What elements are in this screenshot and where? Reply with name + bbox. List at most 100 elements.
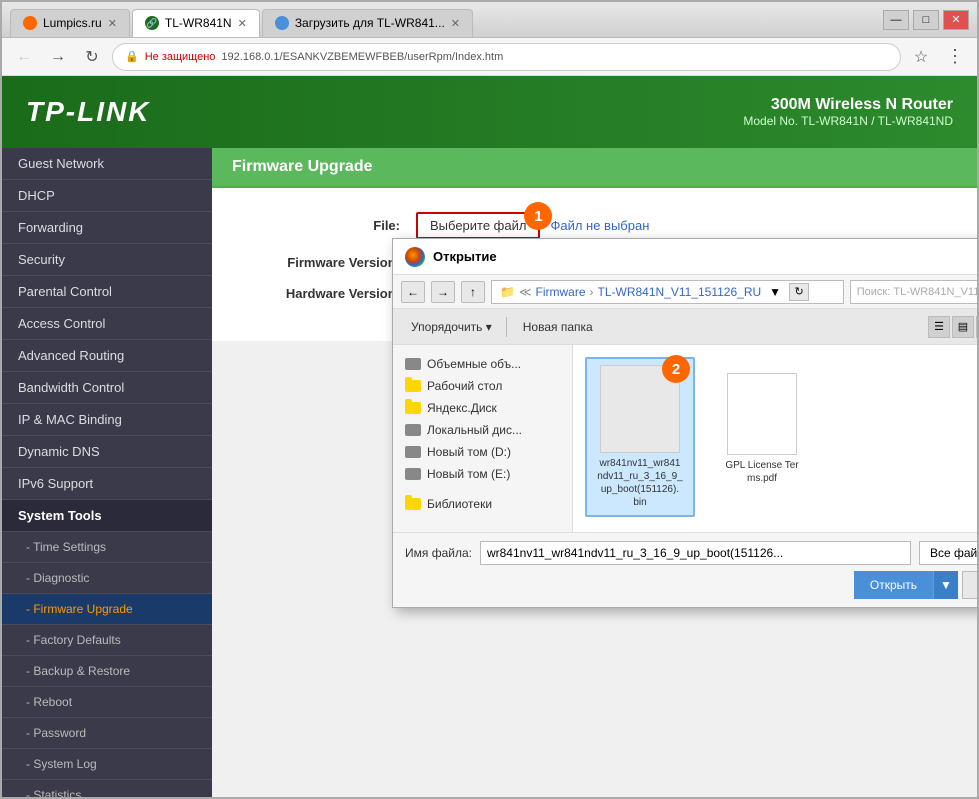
dialog-sidebar-desktop[interactable]: Рабочий стол <box>393 375 572 397</box>
dialog-sidebar-e-drive[interactable]: Новый том (E:) <box>393 463 572 485</box>
view-dropdown-button[interactable]: ▼ <box>976 316 977 338</box>
sidebar-item-ddns[interactable]: Dynamic DNS <box>2 436 212 468</box>
sidebar-item-dhcp[interactable]: DHCP <box>2 180 212 212</box>
breadcrumb-arrow: › <box>590 285 594 299</box>
maximize-button[interactable]: □ <box>913 10 939 30</box>
filename-input[interactable] <box>480 541 911 565</box>
file-value: Выберите файл 1 Файл не выбран <box>416 212 649 239</box>
tab-tplink[interactable]: 🔗 TL-WR841N ✕ <box>132 9 260 37</box>
sidebar-item-system-tools[interactable]: System Tools <box>2 500 212 532</box>
choose-file-button[interactable]: Выберите файл <box>416 212 540 239</box>
dialog-sidebar-libraries[interactable]: Библиотеки <box>393 493 572 515</box>
dialog-footer: Имя файла: Все файлы 3 <box>393 532 977 607</box>
sidebar-item-security[interactable]: Security <box>2 244 212 276</box>
lock-icon: 🔒 <box>125 50 139 63</box>
organize-button[interactable]: Упорядочить ▾ <box>405 318 498 336</box>
file-label: File: <box>236 218 416 233</box>
bookmark-button[interactable]: ☆ <box>907 43 935 71</box>
hdd-icon-volumes <box>405 358 421 370</box>
sidebar-item-reboot[interactable]: - Reboot <box>2 687 212 718</box>
sidebar-item-routing[interactable]: Advanced Routing <box>2 340 212 372</box>
window-controls: — □ ✕ <box>883 10 969 30</box>
dialog-forward-button[interactable]: → <box>431 281 455 303</box>
breadcrumb-refresh-button[interactable]: ↻ <box>789 283 809 301</box>
view-details-button[interactable]: ▤ <box>952 316 974 338</box>
file-item-bin[interactable]: 2 wr841nv11_wr841ndv11_ru_3_16_9_up_boot… <box>585 357 695 517</box>
open-button[interactable]: Открыть <box>854 571 933 599</box>
sidebar-item-syslog[interactable]: - System Log <box>2 749 212 780</box>
view-list-button[interactable]: ☰ <box>928 316 950 338</box>
badge-1: 1 <box>524 202 552 230</box>
dialog-toolbar: Упорядочить ▾ Новая папка ☰ ▤ ▼ ? <box>393 309 977 345</box>
sidebar-item-forwarding[interactable]: Forwarding <box>2 212 212 244</box>
sidebar-desktop-label: Рабочий стол <box>427 379 502 393</box>
sidebar-libraries-label: Библиотеки <box>427 497 492 511</box>
cancel-button[interactable]: Отмена <box>962 571 977 599</box>
breadcrumb-dropdown-icon[interactable]: ▼ <box>769 285 781 299</box>
sidebar-item-bandwidth[interactable]: Bandwidth Control <box>2 372 212 404</box>
dialog-back-button[interactable]: ← <box>401 281 425 303</box>
browser-window: Lumpics.ru ✕ 🔗 TL-WR841N ✕ Загрузить для… <box>0 0 979 799</box>
dialog-up-button[interactable]: ↑ <box>461 281 485 303</box>
dialog-sidebar-local[interactable]: Локальный дис... <box>393 419 572 441</box>
sidebar-yandex-label: Яндекс.Диск <box>427 401 497 415</box>
refresh-button[interactable]: ↻ <box>78 43 106 71</box>
tab-close-download[interactable]: ✕ <box>451 17 460 30</box>
no-file-text: Файл не выбран <box>550 218 649 233</box>
tab-close-tplink[interactable]: ✕ <box>238 17 247 30</box>
breadcrumb-folder[interactable]: TL-WR841N_V11_151126_RU <box>598 285 762 299</box>
dialog-sidebar-yandex[interactable]: Яндекс.Диск <box>393 397 572 419</box>
sidebar-item-factory[interactable]: - Factory Defaults <box>2 625 212 656</box>
close-button[interactable]: ✕ <box>943 10 969 30</box>
sidebar-item-backup[interactable]: - Backup & Restore <box>2 656 212 687</box>
breadcrumb-bar: 📁 ≪ Firmware › TL-WR841N_V11_151126_RU ▼… <box>491 280 844 304</box>
dialog-sidebar: Объемные объ... Рабочий стол Яндекс.Диск <box>393 345 573 532</box>
router-header: TP-LINK 300M Wireless N Router Model No.… <box>2 76 977 148</box>
new-folder-button[interactable]: Новая папка <box>515 318 601 336</box>
sidebar-item-password[interactable]: - Password <box>2 718 212 749</box>
minimize-button[interactable]: — <box>883 10 909 30</box>
filetype-select[interactable]: Все файлы <box>919 541 977 565</box>
hdd-icon-d <box>405 446 421 458</box>
insecure-label: Не защищено <box>145 51 216 63</box>
sidebar-item-ipv6[interactable]: IPv6 Support <box>2 468 212 500</box>
model-sub: Model No. TL-WR841N / TL-WR841ND <box>743 114 953 128</box>
tab-label-tplink: TL-WR841N <box>165 16 232 30</box>
sidebar-item-firmware[interactable]: - Firmware Upgrade <box>2 594 212 625</box>
folder-icon-yandex <box>405 402 421 414</box>
sidebar-item-ipmac[interactable]: IP & MAC Binding <box>2 404 212 436</box>
sidebar-item-diagnostic[interactable]: - Diagnostic <box>2 563 212 594</box>
sidebar-item-statistics[interactable]: - Statistics <box>2 780 212 797</box>
back-button[interactable]: ← <box>10 43 38 71</box>
dialog-sidebar-d-drive[interactable]: Новый том (D:) <box>393 441 572 463</box>
forward-button[interactable]: → <box>44 43 72 71</box>
search-box[interactable]: Поиск: TL-WR841N_V11_1511... 🔍 <box>850 280 977 304</box>
dialog-sidebar-volumes[interactable]: Объемные объ... <box>393 353 572 375</box>
folder-icon-libraries <box>405 498 421 510</box>
firmware-version-label: Firmware Version: <box>236 255 416 270</box>
breadcrumb-firmware[interactable]: Firmware <box>536 285 586 299</box>
file-item-pdf[interactable]: GPL License Terms.pdf <box>707 365 817 517</box>
pdf-file-name: GPL License Terms.pdf <box>725 459 798 485</box>
dialog-nav-bar: ← → ↑ 📁 ≪ Firmware › TL-WR841N_V11_15112… <box>393 275 977 309</box>
sidebar-item-access[interactable]: Access Control <box>2 308 212 340</box>
menu-button[interactable]: ⋮ <box>941 43 969 71</box>
tab-download[interactable]: Загрузить для TL-WR841... ✕ <box>262 9 473 37</box>
file-dialog: Открытие ✕ ← → ↑ 📁 ≪ <box>392 238 977 608</box>
sidebar-item-parental[interactable]: Parental Control <box>2 276 212 308</box>
sidebar-d-label: Новый том (D:) <box>427 445 511 459</box>
tab-favicon-download <box>275 16 289 30</box>
sidebar-item-guest-network[interactable]: Guest Network <box>2 148 212 180</box>
dialog-body: Объемные объ... Рабочий стол Яндекс.Диск <box>393 345 977 532</box>
nav-bar: ← → ↻ 🔒 Не защищено 192.168.0.1/ESANKVZB… <box>2 38 977 76</box>
breadcrumb-separator1: ≪ <box>519 285 532 299</box>
folder-icon-desktop <box>405 380 421 392</box>
hdd-icon-local <box>405 424 421 436</box>
tab-close-lumpics[interactable]: ✕ <box>108 17 117 30</box>
address-bar[interactable]: 🔒 Не защищено 192.168.0.1/ESANKVZBEMEWFB… <box>112 43 901 71</box>
filetype-wrapper: Все файлы 3 <box>919 541 977 565</box>
open-dropdown-button[interactable]: ▼ <box>933 571 958 599</box>
sidebar-item-time[interactable]: - Time Settings <box>2 532 212 563</box>
toolbar-divider <box>506 317 507 337</box>
tab-lumpics[interactable]: Lumpics.ru ✕ <box>10 9 130 37</box>
